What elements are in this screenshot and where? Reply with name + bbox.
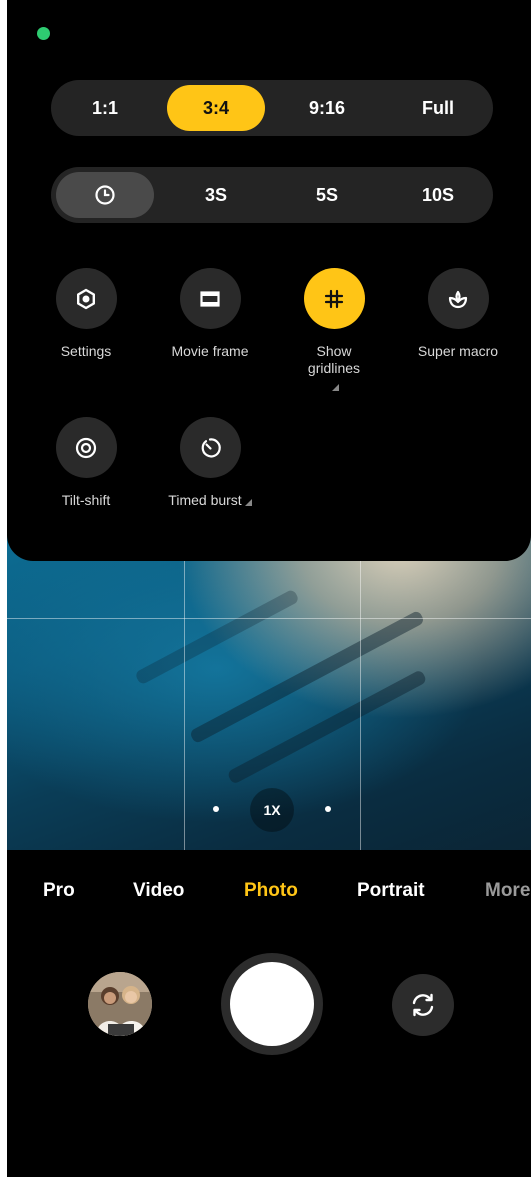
settings-button[interactable] (55, 268, 117, 329)
shutter-button[interactable] (221, 953, 323, 1055)
tilt-shift-tile[interactable]: Tilt-shift (26, 417, 146, 509)
timer-selector: 3S 5S 10S (51, 167, 493, 223)
shutter-inner (230, 962, 314, 1046)
gridlines-label: Show gridlines (274, 343, 394, 394)
timer-label: 3S (204, 184, 228, 205)
timer-option-3s[interactable]: 3S (167, 172, 265, 218)
aspect-ratio-selector: 1:1 3:4 9:16 Full (51, 80, 493, 136)
tilt-shift-button[interactable] (55, 417, 117, 478)
zoom-button[interactable]: 1X (250, 788, 294, 832)
timed-burst-button[interactable] (179, 417, 241, 478)
mode-pro[interactable]: Pro (43, 880, 75, 902)
switch-camera-button[interactable] (392, 974, 454, 1036)
expand-corner-icon (332, 384, 339, 391)
super-macro-button[interactable] (427, 268, 489, 329)
settings-tile[interactable]: Settings (26, 268, 146, 360)
privacy-indicator-dot (37, 27, 50, 40)
timer-label: 5S (315, 184, 339, 205)
aspect-label: Full (422, 97, 454, 118)
aspect-option-9-16[interactable]: 9:16 (278, 85, 376, 131)
timer-option-10s[interactable]: 10S (389, 172, 487, 218)
tilt-shift-label: Tilt-shift (61, 492, 111, 508)
quick-settings-panel: 1:1 3:4 9:16 Full 3S 5S 10S Settings Mov… (7, 0, 531, 561)
super-macro-label: Super macro (417, 343, 499, 359)
timed-burst-tile[interactable]: Timed burst (150, 417, 270, 509)
gear-icon (77, 288, 95, 309)
movie-frame-button[interactable] (179, 268, 241, 329)
macro-flower-icon (448, 290, 468, 308)
zoom-label: 1X (263, 802, 281, 818)
aspect-label: 9:16 (308, 97, 346, 118)
gridlines-label-text: Show gridlines (307, 343, 361, 376)
tilt-shift-icon (75, 437, 97, 458)
screen-edge (0, 0, 7, 1181)
mode-label: Pro (43, 880, 75, 901)
aspect-option-full[interactable]: Full (389, 85, 487, 131)
timed-burst-icon (201, 437, 221, 458)
gridline-vertical-right (360, 520, 361, 850)
timed-burst-label: Timed burst (150, 492, 270, 509)
timer-option-5s[interactable]: 5S (278, 172, 376, 218)
gallery-preview-image (88, 972, 152, 1036)
timed-burst-label-text: Timed burst (168, 492, 242, 508)
mode-portrait[interactable]: Portrait (357, 880, 425, 902)
mode-video[interactable]: Video (133, 880, 184, 902)
screen-edge-bottom (0, 1177, 531, 1181)
aspect-label: 3:4 (202, 97, 229, 118)
movie-frame-icon (200, 290, 220, 307)
zoom-dot-left[interactable] (213, 806, 219, 812)
settings-label: Settings (60, 343, 112, 359)
mode-label: Portrait (357, 880, 425, 901)
movie-frame-label: Movie frame (171, 343, 249, 359)
switch-camera-icon (412, 993, 434, 1017)
expand-corner-icon (244, 499, 252, 506)
timer-off-option[interactable] (56, 172, 154, 218)
super-macro-tile[interactable]: Super macro (398, 268, 518, 360)
zoom-dot-right[interactable] (325, 806, 331, 812)
aspect-label: 1:1 (91, 97, 118, 118)
movie-frame-tile[interactable]: Movie frame (150, 268, 270, 360)
aspect-option-3-4[interactable]: 3:4 (167, 85, 265, 131)
gridline-horizontal-top (7, 618, 531, 619)
mode-photo[interactable]: Photo (244, 880, 298, 902)
gallery-thumbnail[interactable] (88, 972, 152, 1036)
mode-label: More (485, 880, 531, 901)
aspect-option-1-1[interactable]: 1:1 (56, 85, 154, 131)
clock-icon (95, 185, 115, 205)
mode-label: Photo (244, 880, 298, 901)
grid-icon (324, 289, 344, 308)
timer-label: 10S (421, 184, 455, 205)
gridlines-button[interactable] (303, 268, 365, 329)
mode-more[interactable]: More (485, 880, 531, 902)
gridline-vertical-left (184, 520, 185, 850)
gridlines-tile[interactable]: Show gridlines (274, 268, 394, 394)
mode-label: Video (133, 880, 185, 901)
